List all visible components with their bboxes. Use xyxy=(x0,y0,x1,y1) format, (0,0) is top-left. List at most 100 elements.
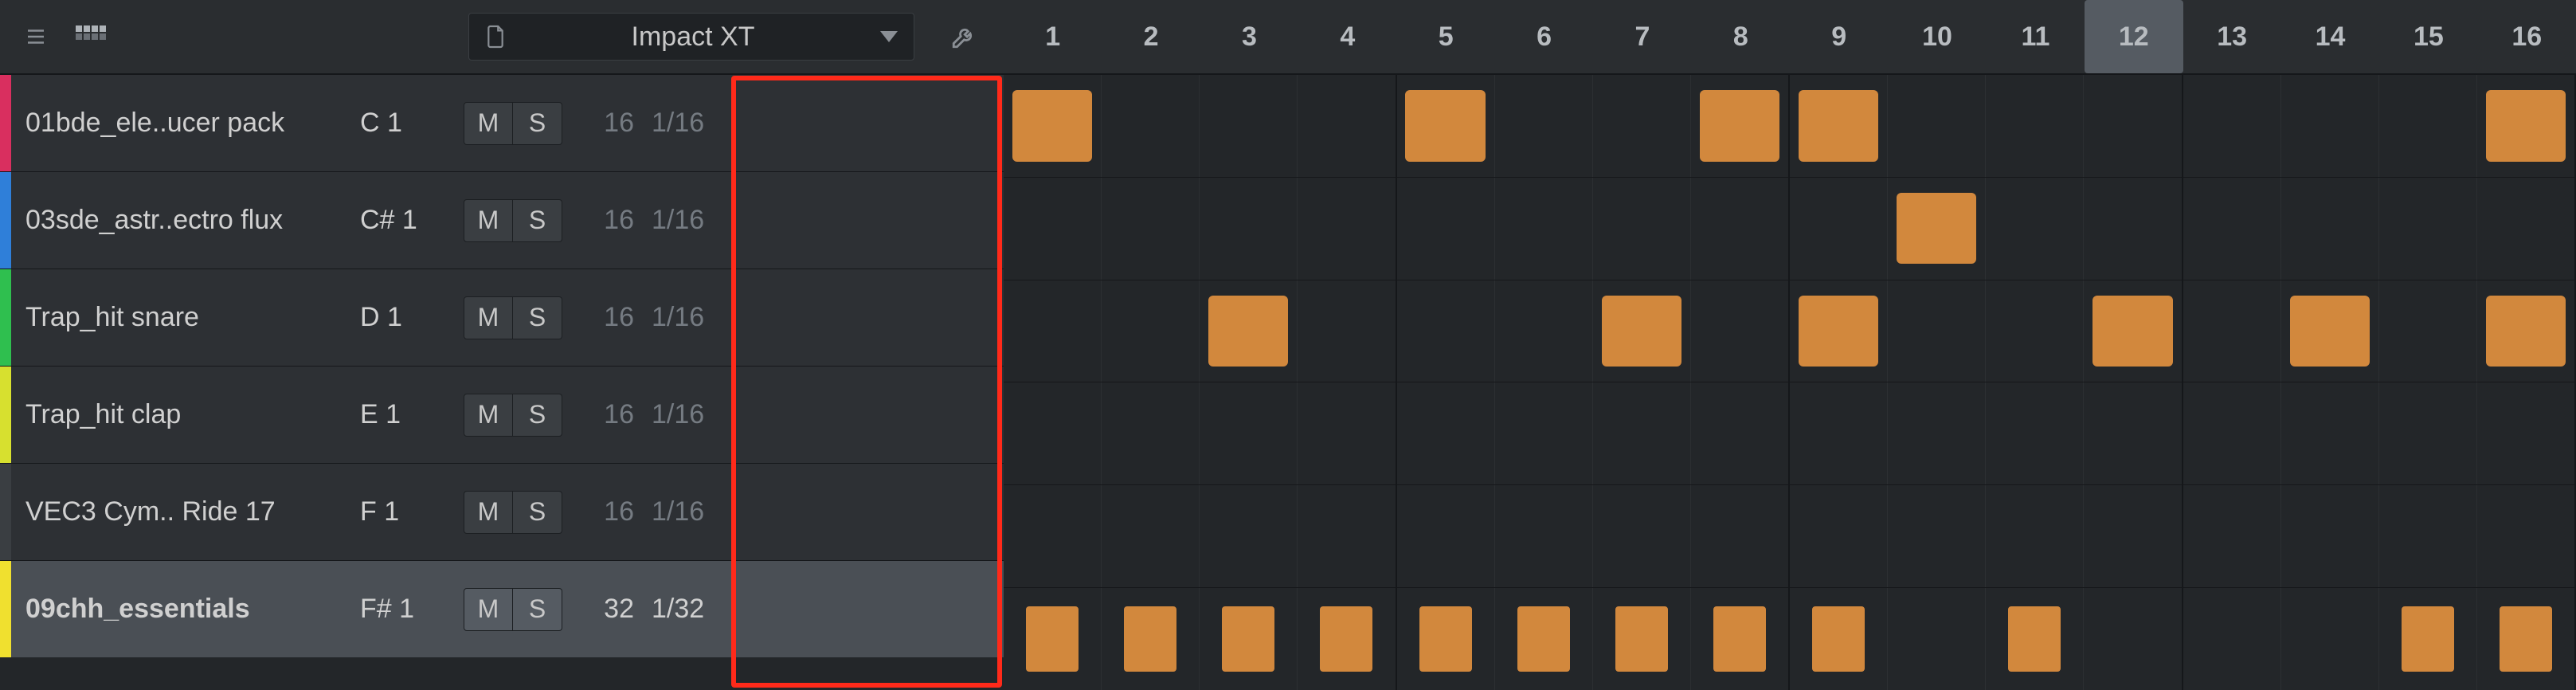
step-cell[interactable] xyxy=(1397,75,1495,177)
step-cell[interactable] xyxy=(2281,178,2379,280)
step-cell[interactable] xyxy=(1495,75,1593,177)
step-cell[interactable] xyxy=(2379,485,2477,587)
step-header-10[interactable]: 10 xyxy=(1888,0,1986,73)
step-cell[interactable] xyxy=(1691,75,1790,177)
step-cell[interactable] xyxy=(2477,280,2576,382)
step-count[interactable]: 16 xyxy=(562,108,640,139)
track-row[interactable]: Trap_hit snareD 1MS161/16 xyxy=(0,269,1004,366)
step-cell[interactable] xyxy=(1593,382,1691,484)
track-row[interactable]: VEC3 Cym.. Ride 17F 1MS161/16 xyxy=(0,463,1004,560)
settings-wrench-icon[interactable] xyxy=(940,13,988,61)
step-cell[interactable] xyxy=(2477,382,2576,484)
step-header-14[interactable]: 14 xyxy=(2281,0,2379,73)
solo-button[interactable]: S xyxy=(513,102,562,145)
step-count[interactable]: 16 xyxy=(562,399,640,430)
step-header-12[interactable]: 12 xyxy=(2085,0,2183,73)
step-count[interactable]: 32 xyxy=(562,594,640,625)
step-cell[interactable] xyxy=(2477,485,2576,587)
step-cell[interactable] xyxy=(1200,178,1298,280)
step-header-2[interactable]: 2 xyxy=(1102,0,1200,73)
track-row[interactable]: 03sde_astr..ectro fluxC# 1MS161/16 xyxy=(0,171,1004,269)
track-row[interactable]: 09chh_essentialsF# 1MS321/32 xyxy=(0,560,1004,657)
step-resolution[interactable]: 1/16 xyxy=(640,302,752,333)
step-cell[interactable] xyxy=(1102,382,1200,484)
step-cell[interactable] xyxy=(2183,588,2281,690)
step-cell[interactable] xyxy=(1200,485,1298,587)
step-cell[interactable] xyxy=(1200,75,1298,177)
step-cell[interactable] xyxy=(2477,588,2576,690)
grid-view-icon[interactable] xyxy=(72,17,112,57)
step-resolution[interactable]: 1/32 xyxy=(640,594,752,625)
step-cell[interactable] xyxy=(1986,588,2084,690)
step-cell[interactable] xyxy=(2084,485,2183,587)
step-cell[interactable] xyxy=(1397,280,1495,382)
step-cell[interactable] xyxy=(1004,382,1102,484)
step-cell[interactable] xyxy=(2183,485,2281,587)
step-cell[interactable] xyxy=(1397,382,1495,484)
step-cell[interactable] xyxy=(1298,178,1396,280)
step-cell[interactable] xyxy=(2281,588,2379,690)
step-cell[interactable] xyxy=(1102,178,1200,280)
solo-button[interactable]: S xyxy=(513,199,562,242)
step-resolution[interactable]: 1/16 xyxy=(640,108,752,139)
step-cell[interactable] xyxy=(1986,75,2084,177)
step-cell[interactable] xyxy=(2183,75,2281,177)
step-header-11[interactable]: 11 xyxy=(1987,0,2085,73)
step-cell[interactable] xyxy=(1691,588,1790,690)
solo-button[interactable]: S xyxy=(513,588,562,631)
step-cell[interactable] xyxy=(1495,382,1593,484)
step-cell[interactable] xyxy=(1888,280,1986,382)
step-cell[interactable] xyxy=(2183,280,2281,382)
mute-button[interactable]: M xyxy=(464,588,513,631)
step-cell[interactable] xyxy=(2379,382,2477,484)
step-cell[interactable] xyxy=(1004,588,1102,690)
step-header-9[interactable]: 9 xyxy=(1790,0,1888,73)
step-cell[interactable] xyxy=(2281,75,2379,177)
step-cell[interactable] xyxy=(1790,75,1888,177)
step-cell[interactable] xyxy=(1495,280,1593,382)
step-header-15[interactable]: 15 xyxy=(2379,0,2477,73)
step-cell[interactable] xyxy=(1593,485,1691,587)
step-cell[interactable] xyxy=(1298,280,1396,382)
step-cell[interactable] xyxy=(1888,178,1986,280)
solo-button[interactable]: S xyxy=(513,491,562,534)
step-cell[interactable] xyxy=(2281,485,2379,587)
step-cell[interactable] xyxy=(2379,178,2477,280)
solo-button[interactable]: S xyxy=(513,296,562,339)
step-cell[interactable] xyxy=(1986,485,2084,587)
step-cell[interactable] xyxy=(1790,588,1888,690)
step-cell[interactable] xyxy=(1888,485,1986,587)
step-cell[interactable] xyxy=(1298,382,1396,484)
step-cell[interactable] xyxy=(1986,382,2084,484)
step-cell[interactable] xyxy=(1593,178,1691,280)
step-cell[interactable] xyxy=(1298,485,1396,587)
step-cell[interactable] xyxy=(1691,280,1790,382)
mute-button[interactable]: M xyxy=(464,394,513,437)
step-cell[interactable] xyxy=(2084,382,2183,484)
step-cell[interactable] xyxy=(2477,178,2576,280)
step-header-5[interactable]: 5 xyxy=(1397,0,1495,73)
step-header-7[interactable]: 7 xyxy=(1593,0,1691,73)
step-cell[interactable] xyxy=(1102,75,1200,177)
step-cell[interactable] xyxy=(2477,75,2576,177)
step-resolution[interactable]: 1/16 xyxy=(640,205,752,236)
step-cell[interactable] xyxy=(1102,485,1200,587)
step-cell[interactable] xyxy=(2379,75,2477,177)
step-cell[interactable] xyxy=(2183,382,2281,484)
step-cell[interactable] xyxy=(1593,75,1691,177)
step-cell[interactable] xyxy=(1200,588,1298,690)
step-cell[interactable] xyxy=(1298,75,1396,177)
mute-button[interactable]: M xyxy=(464,491,513,534)
step-cell[interactable] xyxy=(1888,588,1986,690)
track-row[interactable]: 01bde_ele..ucer packC 1MS161/16 xyxy=(0,74,1004,171)
step-cell[interactable] xyxy=(1004,485,1102,587)
mute-button[interactable]: M xyxy=(464,199,513,242)
step-cell[interactable] xyxy=(2084,178,2183,280)
step-header-4[interactable]: 4 xyxy=(1298,0,1396,73)
mute-button[interactable]: M xyxy=(464,296,513,339)
step-cell[interactable] xyxy=(1888,75,1986,177)
step-cell[interactable] xyxy=(1495,485,1593,587)
mute-button[interactable]: M xyxy=(464,102,513,145)
step-cell[interactable] xyxy=(1888,382,1986,484)
step-cell[interactable] xyxy=(1986,280,2084,382)
